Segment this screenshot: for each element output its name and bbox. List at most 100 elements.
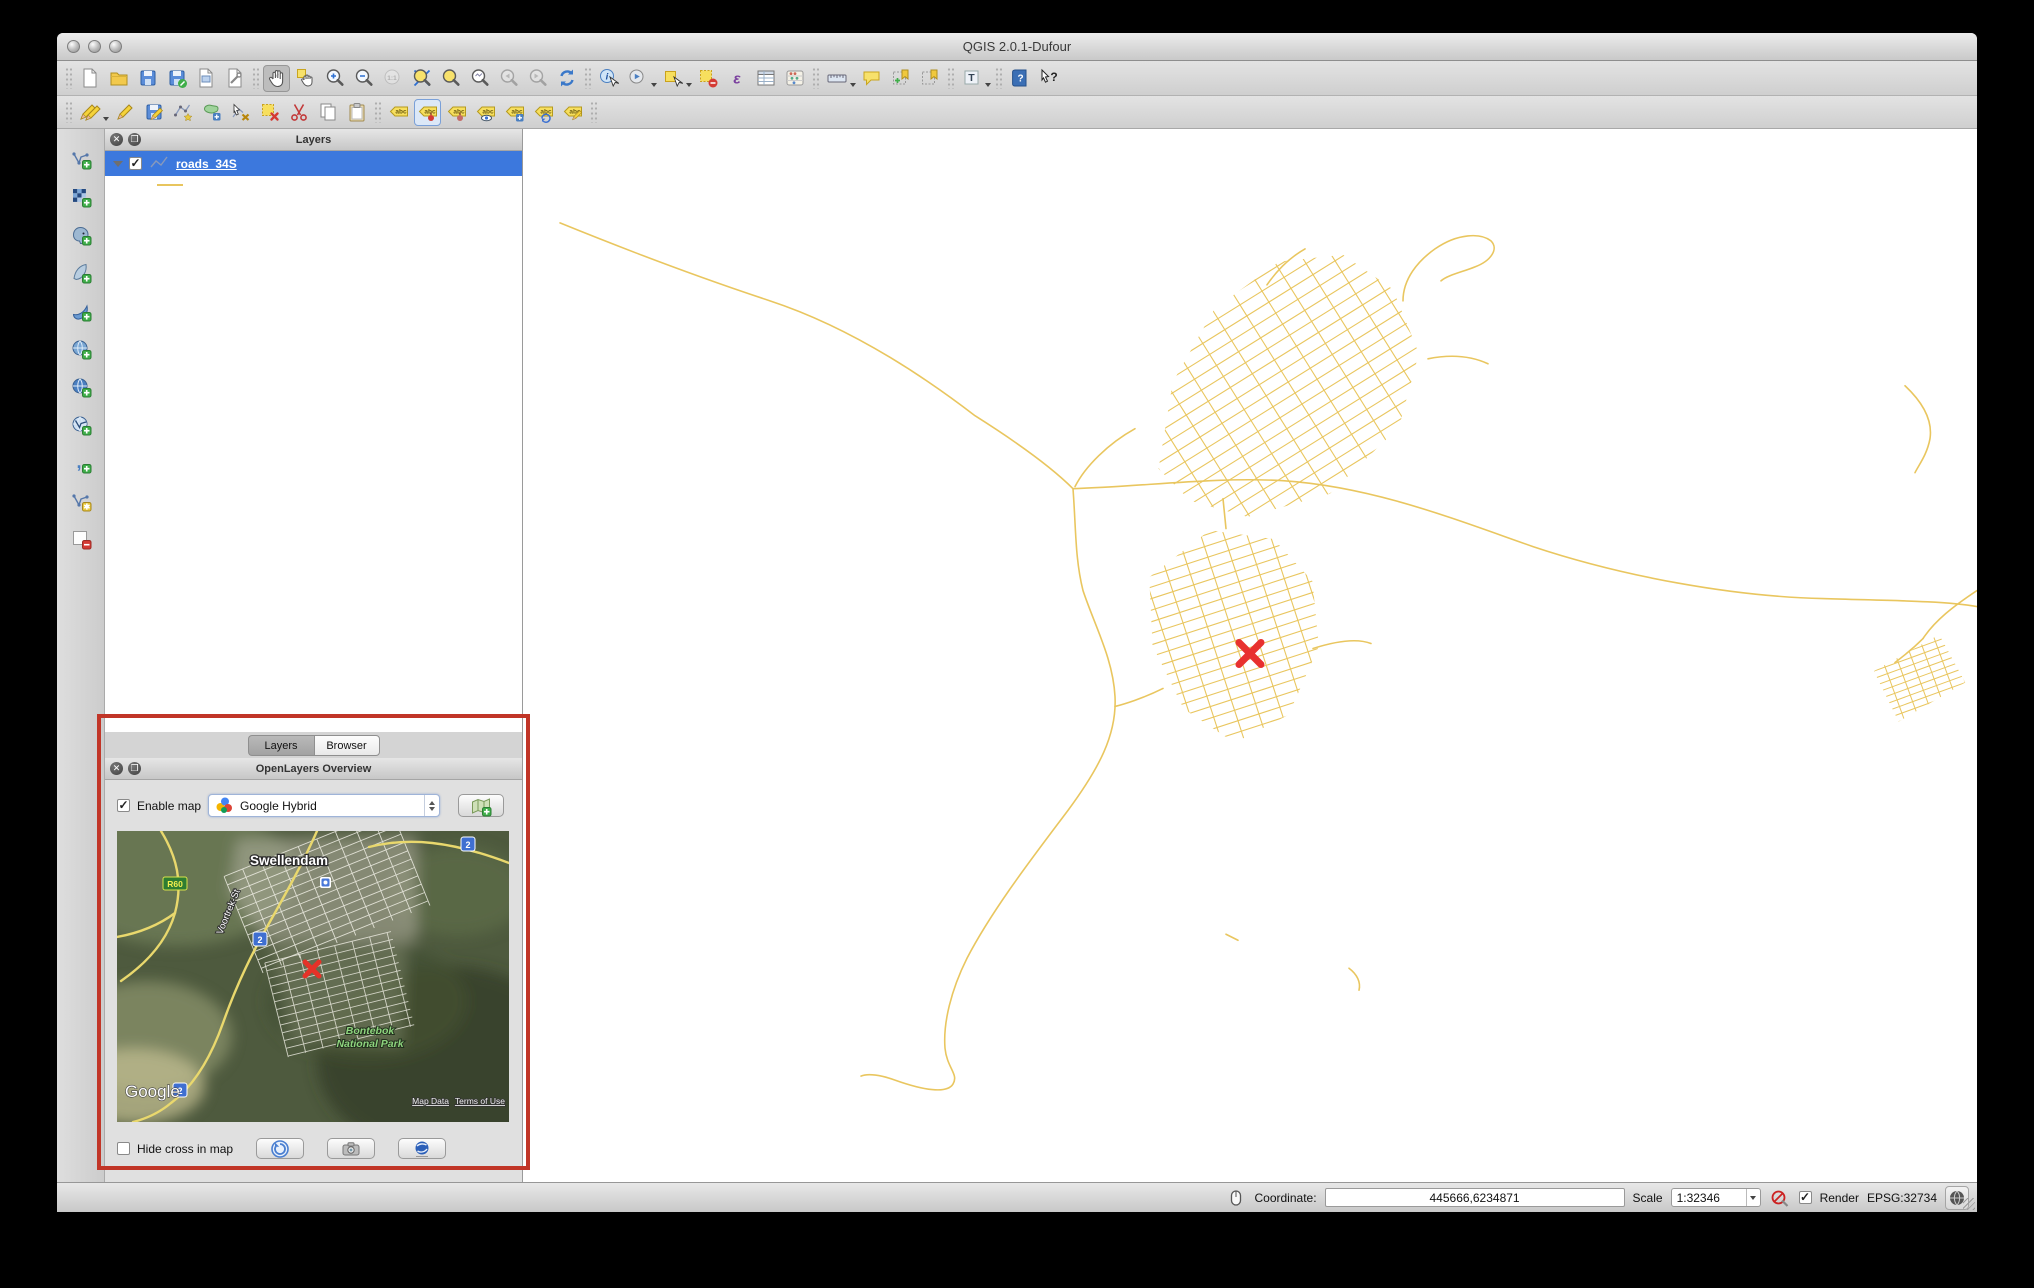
enable-map-checkbox[interactable]: ✓ xyxy=(117,799,130,812)
remove-layer-button[interactable] xyxy=(67,525,94,552)
node-tool-button[interactable] xyxy=(227,99,254,126)
map-data-link[interactable]: Map Data xyxy=(412,1096,449,1106)
tab-layers[interactable]: Layers xyxy=(248,735,314,756)
save-project-button[interactable] xyxy=(134,65,161,92)
save-layer-edits-button[interactable] xyxy=(140,99,167,126)
new-bookmark-button[interactable] xyxy=(887,65,914,92)
toolbar-grip[interactable] xyxy=(65,101,72,123)
composer-manager-button[interactable] xyxy=(221,65,248,92)
change-label-properties-button[interactable]: abc xyxy=(559,99,586,126)
layers-panel-header: ✕ ❐ Layers xyxy=(105,129,522,151)
new-shapefile-layer-button[interactable]: ✱ xyxy=(67,487,94,514)
add-wcs-layer-button[interactable] xyxy=(67,373,94,400)
zoom-out-button[interactable] xyxy=(350,65,377,92)
dropdown-caret-icon[interactable] xyxy=(103,117,109,121)
add-wms-layer-button[interactable] xyxy=(67,335,94,362)
pan-map-to-selection-button[interactable] xyxy=(292,65,319,92)
open-project-button[interactable] xyxy=(105,65,132,92)
field-calculator-button[interactable] xyxy=(781,65,808,92)
layers-panel-title: Layers xyxy=(105,134,522,146)
toolbar-grip[interactable] xyxy=(252,67,259,89)
cut-features-button[interactable] xyxy=(285,99,312,126)
text-annotation-button[interactable]: T xyxy=(958,65,985,92)
add-vector-layer-button[interactable] xyxy=(67,145,94,172)
map-type-select[interactable]: Google Hybrid xyxy=(208,794,440,817)
zoom-to-layer-button[interactable] xyxy=(466,65,493,92)
zoom-next-button[interactable] xyxy=(524,65,551,92)
add-delimited-text-layer-button[interactable]: , xyxy=(67,449,94,476)
copy-overview-image-button[interactable] xyxy=(327,1138,375,1159)
refresh-overview-button[interactable] xyxy=(256,1138,304,1159)
zoom-native-button[interactable]: 1:1 xyxy=(379,65,406,92)
expand-arrow-icon[interactable] xyxy=(113,161,123,167)
zoom-to-selection-button[interactable] xyxy=(437,65,464,92)
dropdown-caret-icon[interactable] xyxy=(686,83,692,87)
paste-features-button[interactable] xyxy=(343,99,370,126)
render-checkbox[interactable]: ✓ xyxy=(1799,1191,1812,1204)
show-hide-labels-button[interactable]: abc xyxy=(472,99,499,126)
add-wfs-layer-button[interactable] xyxy=(67,411,94,438)
highlight-pinned-labels-button[interactable]: abc xyxy=(443,99,470,126)
add-overview-layer-button[interactable] xyxy=(458,794,504,817)
move-label-button[interactable]: abc xyxy=(501,99,528,126)
hide-cross-checkbox[interactable]: ✓ xyxy=(117,1142,130,1155)
zoom-full-button[interactable] xyxy=(408,65,435,92)
show-bookmarks-button[interactable] xyxy=(916,65,943,92)
combo-stepper-icon[interactable] xyxy=(424,795,439,816)
new-print-composer-button[interactable] xyxy=(192,65,219,92)
rotate-label-button[interactable]: abc xyxy=(530,99,557,126)
delete-selected-button[interactable] xyxy=(256,99,283,126)
open-in-earth-button[interactable] xyxy=(398,1138,446,1159)
toolbar-grip[interactable] xyxy=(995,67,1002,89)
park-label-line2: National Park xyxy=(336,1038,404,1050)
layer-checkbox[interactable]: ✓ xyxy=(129,157,142,170)
identify-features-button[interactable]: i xyxy=(595,65,622,92)
open-attribute-table-button[interactable] xyxy=(752,65,779,92)
toolbar-grip[interactable] xyxy=(584,67,591,89)
run-feature-action-button[interactable] xyxy=(624,65,651,92)
pin-unpin-labels-button[interactable]: abc xyxy=(414,99,441,126)
dropdown-caret-icon[interactable] xyxy=(850,83,856,87)
refresh-map-button[interactable] xyxy=(553,65,580,92)
mouse-position-toggle-button[interactable] xyxy=(1225,1187,1247,1209)
layer-row[interactable]: ✓ roads_34S xyxy=(105,151,522,176)
terms-of-use-link[interactable]: Terms of Use xyxy=(455,1096,505,1106)
add-feature-button[interactable] xyxy=(169,99,196,126)
help-contents-button[interactable]: ? xyxy=(1006,65,1033,92)
coordinate-input[interactable] xyxy=(1325,1188,1625,1207)
add-raster-layer-button[interactable] xyxy=(67,183,94,210)
stop-render-icon[interactable] xyxy=(1769,1187,1791,1209)
current-edits-button[interactable] xyxy=(76,99,103,126)
scale-caret-icon[interactable] xyxy=(1746,1189,1760,1206)
pan-map-button[interactable] xyxy=(263,65,290,92)
scale-select[interactable]: 1:32346 xyxy=(1671,1188,1761,1207)
dropdown-caret-icon[interactable] xyxy=(651,83,657,87)
move-feature-button[interactable] xyxy=(198,99,225,126)
map-canvas[interactable] xyxy=(523,129,1977,1182)
zoom-last-button[interactable] xyxy=(495,65,522,92)
select-features-button[interactable] xyxy=(659,65,686,92)
layer-labeling-options-button[interactable]: abc xyxy=(385,99,412,126)
toggle-editing-button[interactable] xyxy=(111,99,138,126)
toolbar-grip[interactable] xyxy=(65,67,72,89)
new-project-button[interactable] xyxy=(76,65,103,92)
deselect-features-button[interactable] xyxy=(694,65,721,92)
toolbar-grip[interactable] xyxy=(947,67,954,89)
copy-features-button[interactable] xyxy=(314,99,341,126)
toolbar-grip[interactable] xyxy=(374,101,381,123)
add-spatialite-layer-button[interactable] xyxy=(67,259,94,286)
save-project-as-button[interactable] xyxy=(163,65,190,92)
tab-browser[interactable]: Browser xyxy=(314,735,380,756)
map-tips-button[interactable] xyxy=(858,65,885,92)
resize-grip[interactable] xyxy=(1963,1198,1975,1210)
toolbar-grip[interactable] xyxy=(812,67,819,89)
toolbar-grip[interactable] xyxy=(590,101,597,123)
whats-this-button[interactable]: ? xyxy=(1035,65,1062,92)
add-postgis-layer-button[interactable] xyxy=(67,221,94,248)
overview-map[interactable]: R60 2 2 xyxy=(117,831,509,1122)
measure-line-button[interactable] xyxy=(823,65,850,92)
select-by-expression-button[interactable]: ε xyxy=(723,65,750,92)
zoom-in-button[interactable] xyxy=(321,65,348,92)
dropdown-caret-icon[interactable] xyxy=(985,83,991,87)
add-mssql-layer-button[interactable] xyxy=(67,297,94,324)
